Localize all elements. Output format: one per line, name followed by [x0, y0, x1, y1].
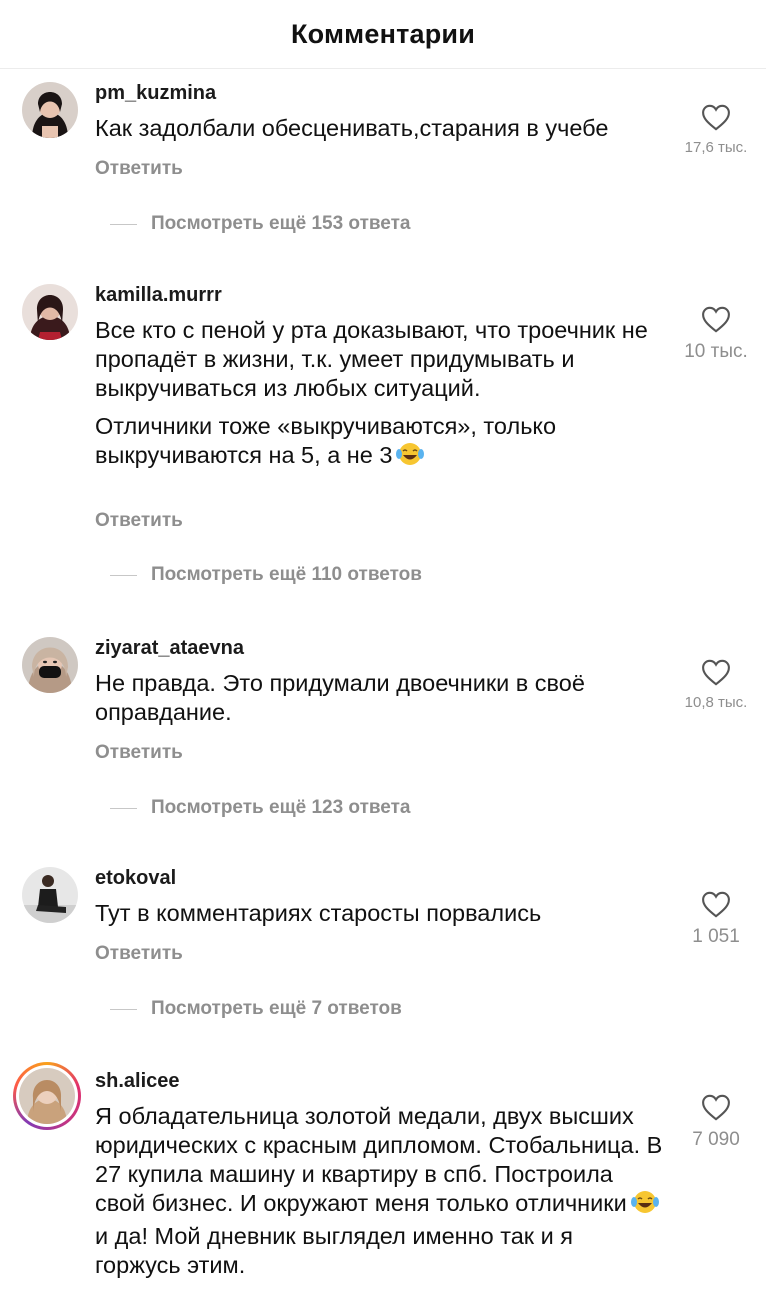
view-replies-label: Посмотреть ещё 153 ответа	[151, 213, 411, 234]
avatar[interactable]	[22, 284, 78, 340]
view-replies-label: Посмотреть ещё 110 ответов	[151, 564, 422, 585]
comment-username[interactable]: sh.alicee	[95, 1070, 180, 1093]
heart-outline-icon	[702, 891, 730, 918]
heart-outline-icon	[702, 104, 730, 131]
comment-text: Как задолбали обесценивать,старания в уч…	[95, 114, 665, 152]
heart-outline-icon	[702, 306, 730, 333]
comment-paragraph: Все кто с пеной у рта доказывают, что тр…	[95, 317, 648, 401]
reply-button[interactable]: Ответить	[95, 943, 183, 965]
avatar-story-ring[interactable]	[13, 1062, 81, 1130]
comment-text: Тут в комментариях старосты порвались	[95, 899, 665, 937]
like-count: 1 051	[692, 926, 740, 947]
like-count: 10,8 тыс.	[684, 694, 748, 711]
comment-username[interactable]: kamilla.murrr	[95, 284, 222, 307]
comment-text: Все кто с пеной у рта доказывают, что тр…	[95, 316, 665, 483]
laughing-tears-emoji	[630, 1189, 660, 1222]
heart-outline-icon	[702, 1094, 730, 1121]
comment-username[interactable]: ziyarat_ataevna	[95, 637, 244, 660]
like-count: 7 090	[692, 1129, 740, 1150]
view-replies-button[interactable]: Посмотреть ещё 7 ответов	[110, 998, 402, 1020]
divider	[110, 574, 137, 576]
like-count: 17,6 тыс.	[684, 139, 748, 156]
avatar[interactable]	[22, 82, 78, 138]
like-button[interactable]: 10 тыс.	[676, 306, 756, 363]
divider	[110, 223, 137, 225]
like-button[interactable]: 7 090	[676, 1094, 756, 1151]
like-button[interactable]: 1 051	[676, 891, 756, 948]
laughing-tears-emoji	[395, 441, 425, 474]
reply-button[interactable]: Ответить	[95, 510, 183, 532]
avatar[interactable]	[22, 637, 78, 693]
comments-header: Комментарии	[0, 0, 766, 69]
avatar[interactable]	[22, 867, 78, 923]
comment-username[interactable]: pm_kuzmina	[95, 82, 216, 105]
comment-paragraph: Как задолбали обесценивать,старания в уч…	[95, 115, 609, 141]
divider	[110, 807, 137, 809]
reply-button[interactable]: Ответить	[95, 742, 183, 764]
comment-paragraph: Я обладательница золотой медали, двух вы…	[95, 1103, 663, 1278]
comment-text: Не правда. Это придумали двоечники в сво…	[95, 669, 665, 736]
like-button[interactable]: 17,6 тыс.	[676, 104, 756, 156]
view-replies-button[interactable]: Посмотреть ещё 123 ответа	[110, 797, 411, 819]
page-title: Комментарии	[290, 18, 475, 49]
view-replies-label: Посмотреть ещё 7 ответов	[151, 998, 402, 1019]
comment-paragraph: Тут в комментариях старосты порвались	[95, 900, 542, 926]
view-replies-label: Посмотреть ещё 123 ответа	[151, 797, 411, 818]
view-replies-button[interactable]: Посмотреть ещё 153 ответа	[110, 213, 411, 235]
reply-button[interactable]: Ответить	[95, 158, 183, 180]
like-count: 10 тыс.	[684, 341, 748, 362]
like-button[interactable]: 10,8 тыс.	[676, 659, 756, 711]
comment-paragraph: Отличники тоже «выкручиваются», только в…	[95, 412, 665, 474]
view-replies-button[interactable]: Посмотреть ещё 110 ответов	[110, 564, 422, 586]
comment-text: Я обладательница золотой медали, двух вы…	[95, 1102, 665, 1289]
comment-paragraph: Не правда. Это придумали двоечники в сво…	[95, 670, 585, 725]
comment-username[interactable]: etokoval	[95, 867, 176, 890]
heart-outline-icon	[702, 659, 730, 686]
divider	[110, 1008, 137, 1010]
